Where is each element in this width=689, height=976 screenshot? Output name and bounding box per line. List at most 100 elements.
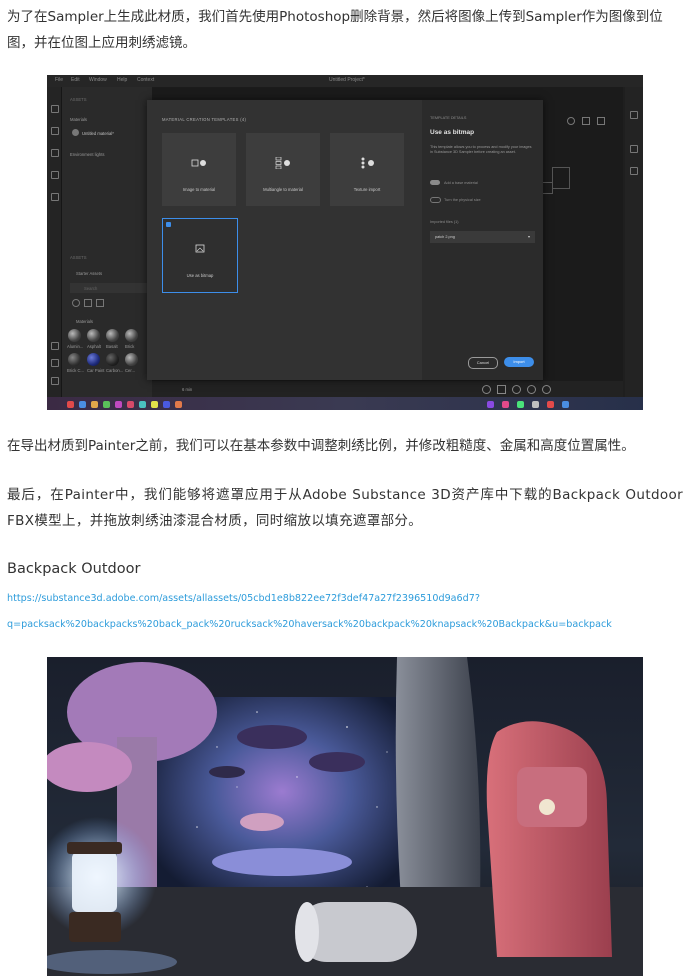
left-toolbar bbox=[47, 87, 62, 397]
section-heading: Backpack Outdoor bbox=[7, 561, 141, 577]
ball-label: Cer... bbox=[125, 368, 136, 373]
card-label: Texture import bbox=[353, 187, 381, 192]
dock-app-icon[interactable] bbox=[103, 401, 110, 408]
user-tool-icon[interactable] bbox=[51, 193, 59, 201]
ball-label: Brick C... bbox=[67, 368, 84, 373]
zoom-icon[interactable] bbox=[512, 385, 521, 394]
share-tool-icon[interactable] bbox=[51, 359, 59, 367]
view-sphere-icon[interactable] bbox=[567, 117, 575, 125]
filter-image-icon[interactable] bbox=[84, 299, 92, 307]
export-side-icon[interactable] bbox=[630, 167, 638, 175]
material-ball[interactable] bbox=[68, 353, 81, 366]
menu-help[interactable]: Help bbox=[117, 77, 127, 83]
asset-link-line2[interactable]: q=packsack%20backpacks%20back_pack%20ruc… bbox=[7, 618, 683, 632]
right-toolbar bbox=[625, 87, 643, 397]
info-icon[interactable] bbox=[542, 385, 551, 394]
material-thumb-icon bbox=[72, 129, 79, 136]
menu-file[interactable]: File bbox=[55, 77, 63, 83]
template-card-use-as-bitmap[interactable]: Use as bitmap bbox=[162, 218, 238, 293]
multiangle-icon bbox=[275, 157, 290, 169]
dock-app-icon[interactable] bbox=[547, 401, 554, 408]
assets-section-label: ASSETS bbox=[70, 97, 87, 102]
materials-label: Materials bbox=[70, 117, 87, 122]
material-ball[interactable] bbox=[68, 329, 81, 342]
layers-tool-icon[interactable] bbox=[51, 105, 59, 113]
shelf-tool-icon[interactable] bbox=[51, 149, 59, 157]
dock-app-icon[interactable] bbox=[517, 401, 524, 408]
sampler-menubar: File Edit Window Help Context Untitled P… bbox=[47, 75, 643, 87]
left-panel: ASSETS Materials Untitled material* Envi… bbox=[62, 87, 152, 397]
environment-label: Environment lights bbox=[70, 152, 105, 157]
dock-app-icon[interactable] bbox=[163, 401, 170, 408]
imported-file-select[interactable]: patch 2.png ▾ bbox=[430, 231, 535, 243]
document-title: Untitled Project* bbox=[329, 77, 365, 83]
dock-app-icon[interactable] bbox=[127, 401, 134, 408]
toggle-label: Turn the physical size bbox=[444, 198, 481, 202]
dock-app-icon[interactable] bbox=[562, 401, 569, 408]
import-button[interactable]: Import bbox=[504, 357, 534, 367]
filter-light-icon[interactable] bbox=[96, 299, 104, 307]
camera-icon[interactable] bbox=[482, 385, 491, 394]
center-icon[interactable] bbox=[527, 385, 536, 394]
filter-sphere-icon[interactable] bbox=[72, 299, 80, 307]
details-description: This template allows you to process and … bbox=[430, 145, 532, 154]
dock-app-icon[interactable] bbox=[487, 401, 494, 408]
dock-app-icon[interactable] bbox=[67, 401, 74, 408]
template-card-multiangle[interactable]: Multiangle to material bbox=[246, 133, 320, 206]
capture-tool-icon[interactable] bbox=[51, 342, 59, 350]
asset-link-line1[interactable]: https://substance3d.adobe.com/assets/all… bbox=[7, 592, 683, 606]
dock-app-icon[interactable] bbox=[139, 401, 146, 408]
material-item[interactable]: Untitled material* bbox=[82, 131, 114, 136]
material-template-dialog: MATERIAL CREATION TEMPLATES (4) Image to… bbox=[147, 100, 543, 380]
dock-app-icon[interactable] bbox=[91, 401, 98, 408]
assets-tool-icon[interactable] bbox=[51, 127, 59, 135]
details-title: Use as bitmap bbox=[430, 129, 475, 136]
base-material-toggle[interactable] bbox=[430, 180, 440, 185]
menu-context[interactable]: Context bbox=[137, 77, 154, 83]
menu-edit[interactable]: Edit bbox=[71, 77, 80, 83]
imported-files-label: Imported files (1) bbox=[430, 220, 459, 224]
brush-icon[interactable] bbox=[630, 111, 638, 119]
menu-window[interactable]: Window bbox=[89, 77, 107, 83]
ball-label: Basalt bbox=[106, 344, 118, 349]
dock-app-icon[interactable] bbox=[151, 401, 158, 408]
material-ball[interactable] bbox=[125, 329, 138, 342]
ball-label: Car Paint bbox=[87, 368, 105, 373]
layers-icon[interactable] bbox=[630, 145, 638, 153]
ball-label: Brick bbox=[125, 344, 135, 349]
empty-file-icon bbox=[552, 167, 570, 189]
material-ball[interactable] bbox=[106, 353, 119, 366]
view-grid-icon[interactable] bbox=[582, 117, 590, 125]
image-to-material-icon bbox=[191, 159, 206, 167]
asset-search-input[interactable]: Search bbox=[70, 283, 150, 293]
dock-app-icon[interactable] bbox=[532, 401, 539, 408]
materials-sub-label: Materials bbox=[76, 319, 93, 324]
status-time: 6 min bbox=[182, 387, 193, 392]
material-ball[interactable] bbox=[87, 353, 100, 366]
video-icon[interactable] bbox=[497, 385, 506, 394]
material-ball[interactable] bbox=[125, 353, 138, 366]
settings-tool-icon[interactable] bbox=[51, 377, 59, 385]
library-tool-icon[interactable] bbox=[51, 171, 59, 179]
details-header: TEMPLATE DETAILS bbox=[430, 116, 467, 120]
cancel-button[interactable]: Cancel bbox=[468, 357, 498, 369]
dock-app-icon[interactable] bbox=[79, 401, 86, 408]
material-ball[interactable] bbox=[106, 329, 119, 342]
sampler-screenshot: File Edit Window Help Context Untitled P… bbox=[47, 75, 643, 410]
physical-size-toggle[interactable] bbox=[430, 197, 441, 203]
selected-check-icon bbox=[166, 222, 171, 227]
bottom-bar: 6 min bbox=[152, 381, 623, 397]
dock-app-icon[interactable] bbox=[502, 401, 509, 408]
card-label: Multiangle to material bbox=[263, 187, 303, 192]
dock-app-icon[interactable] bbox=[115, 401, 122, 408]
template-card-image-to-material[interactable]: Image to material bbox=[162, 133, 236, 206]
export-icon[interactable] bbox=[597, 117, 605, 125]
template-card-texture-import[interactable]: Texture import bbox=[330, 133, 404, 206]
material-ball[interactable] bbox=[87, 329, 100, 342]
painter-paragraph: 最后，在Painter中，我们能够将遮罩应用于从Adobe Substance … bbox=[7, 487, 683, 529]
dock-app-icon[interactable] bbox=[175, 401, 182, 408]
starter-assets[interactable]: Starter Assets bbox=[76, 271, 102, 276]
export-paragraph: 在导出材质到Painter之前，我们可以在基本参数中调整刺绣比例，并修改粗糙度、… bbox=[7, 438, 635, 454]
dialog-title: MATERIAL CREATION TEMPLATES (4) bbox=[162, 117, 247, 122]
ball-label: Carbon... bbox=[106, 368, 124, 373]
